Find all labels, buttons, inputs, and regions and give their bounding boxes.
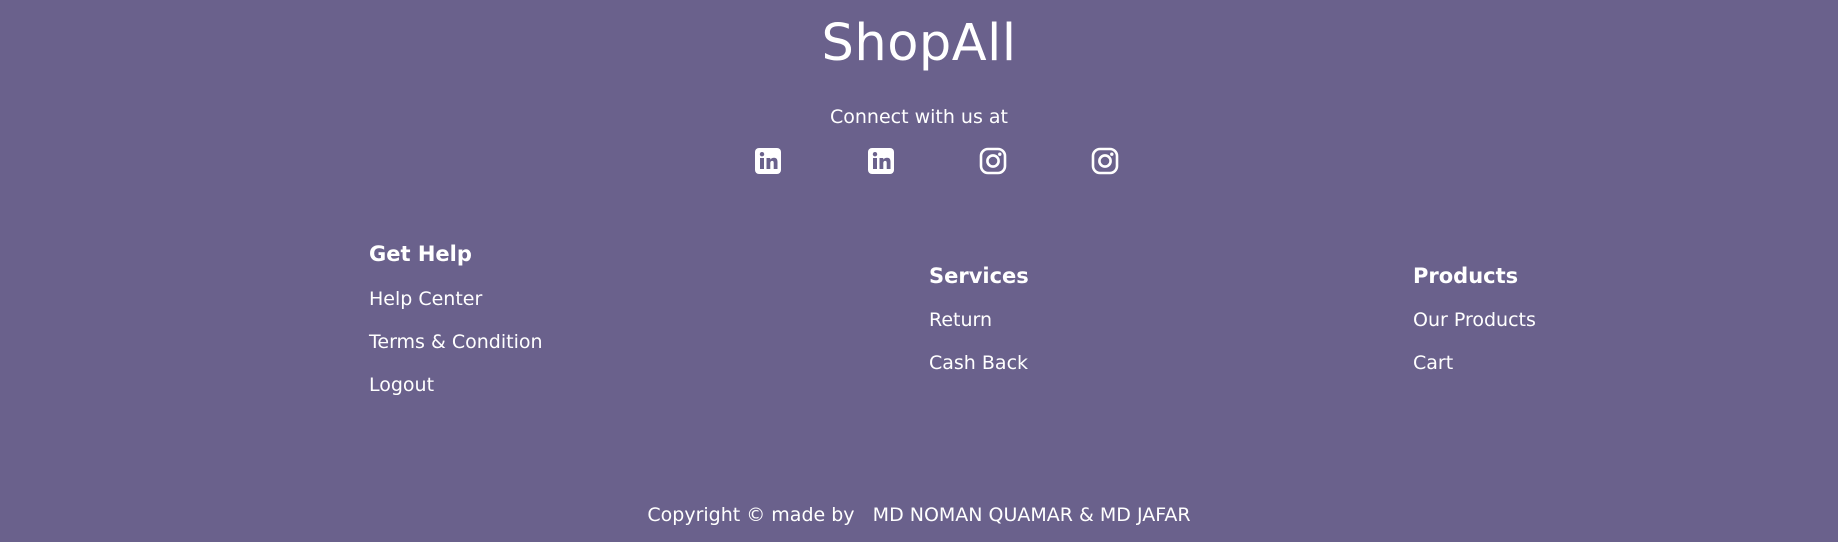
cash-back-link[interactable]: Cash Back: [929, 352, 1028, 374]
terms-condition-link[interactable]: Terms & Condition: [369, 331, 543, 353]
copyright-authors: MD NOMAN QUAMAR & MD JAFAR: [872, 504, 1191, 526]
linkedin-link-1[interactable]: [752, 145, 784, 177]
get-help-links: Help Center Terms & Condition Logout: [369, 286, 543, 415]
get-help-heading: Get Help: [369, 242, 472, 266]
services-links: Return Cash Back: [929, 307, 1029, 393]
list-item: Logout: [369, 372, 543, 415]
products-column: Products Our Products Cart: [1413, 262, 1536, 393]
linkedin-icon: [755, 148, 781, 174]
products-heading: Products: [1413, 264, 1519, 288]
instagram-link-2[interactable]: [1089, 145, 1121, 177]
get-help-column: Get Help Help Center Terms & Condition L…: [369, 240, 543, 415]
list-item: Help Center: [369, 286, 543, 329]
our-products-link[interactable]: Our Products: [1413, 309, 1536, 331]
instagram-icon: [979, 147, 1007, 175]
copyright-prefix: Copyright © made by: [647, 504, 855, 526]
linkedin-link-2[interactable]: [865, 145, 897, 177]
instagram-icon: [1091, 147, 1119, 175]
return-link[interactable]: Return: [929, 309, 992, 331]
services-column: Services Return Cash Back: [929, 262, 1029, 393]
linkedin-icon: [868, 148, 894, 174]
cart-link[interactable]: Cart: [1413, 352, 1453, 374]
services-heading: Services: [929, 264, 1029, 288]
copyright-text: Copyright © made by MD NOMAN QUAMAR & MD…: [0, 502, 1838, 528]
products-links: Our Products Cart: [1413, 307, 1536, 393]
list-item: Our Products: [1413, 307, 1536, 350]
list-item: Terms & Condition: [369, 329, 543, 372]
list-item: Return: [929, 307, 1029, 350]
list-item: Cart: [1413, 350, 1536, 393]
brand-title: ShopAll: [821, 14, 1017, 73]
logout-link[interactable]: Logout: [369, 374, 434, 396]
social-links: [752, 145, 1134, 177]
connect-text: Connect with us at: [829, 106, 1009, 128]
help-center-link[interactable]: Help Center: [369, 288, 482, 310]
instagram-link-1[interactable]: [977, 145, 1009, 177]
site-footer: ShopAll Connect with us at Get Help Help…: [0, 0, 1838, 542]
list-item: Cash Back: [929, 350, 1029, 393]
